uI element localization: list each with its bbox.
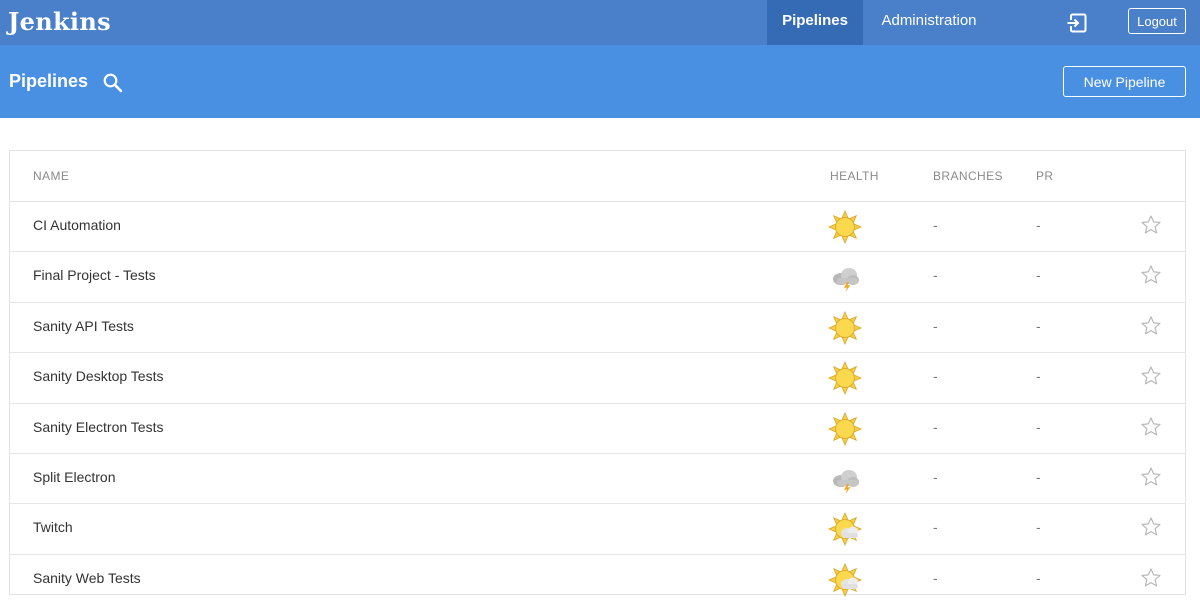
column-header-health[interactable]: HEALTH <box>830 169 879 183</box>
health-partly-cloudy-icon <box>828 562 862 597</box>
favorite-star-icon[interactable] <box>1140 365 1162 387</box>
pipeline-name[interactable]: CI Automation <box>33 217 121 233</box>
pipeline-name[interactable]: Sanity API Tests <box>33 318 134 334</box>
column-header-name[interactable]: NAME <box>33 169 69 183</box>
table-header: NAME HEALTH BRANCHES PR <box>10 151 1185 202</box>
search-icon[interactable] <box>102 72 124 94</box>
page-title: Pipelines <box>9 71 89 91</box>
table-row[interactable]: Sanity API Tests - - <box>10 303 1185 354</box>
favorite-star-icon[interactable] <box>1140 264 1162 286</box>
table-row[interactable]: Twitch - - <box>10 504 1185 555</box>
pr-value: - <box>1036 569 1041 586</box>
table-row[interactable]: Split Electron - - <box>10 454 1185 505</box>
branches-value: - <box>933 317 938 334</box>
exit-classic-icon[interactable] <box>1066 12 1088 34</box>
column-header-pr[interactable]: PR <box>1036 169 1053 183</box>
table-row[interactable]: Final Project - Tests - - <box>10 252 1185 303</box>
pipeline-name[interactable]: Final Project - Tests <box>33 267 156 283</box>
nav-pipelines[interactable]: Pipelines <box>767 0 863 45</box>
branches-value: - <box>933 368 938 385</box>
pr-value: - <box>1036 519 1041 536</box>
health-sunny-icon <box>828 411 862 446</box>
pipeline-name[interactable]: Sanity Electron Tests <box>33 419 163 435</box>
branches-value: - <box>933 468 938 485</box>
pipeline-name[interactable]: Sanity Desktop Tests <box>33 368 163 384</box>
pr-value: - <box>1036 217 1041 233</box>
health-partly-cloudy-icon <box>828 512 862 547</box>
pr-value: - <box>1036 267 1041 284</box>
health-stormy-icon <box>828 462 862 496</box>
jenkins-logo[interactable]: Jenkins <box>8 7 111 36</box>
pr-value: - <box>1036 418 1041 435</box>
branches-value: - <box>933 418 938 435</box>
favorite-star-icon[interactable] <box>1140 567 1162 589</box>
pr-value: - <box>1036 368 1041 385</box>
pr-value: - <box>1036 468 1041 485</box>
pipeline-name[interactable]: Sanity Web Tests <box>33 570 141 586</box>
health-sunny-icon <box>828 210 862 244</box>
logout-button[interactable]: Logout <box>1128 8 1186 34</box>
health-stormy-icon <box>828 260 862 294</box>
table-row[interactable]: Sanity Electron Tests - - <box>10 404 1185 454</box>
health-sunny-icon <box>828 361 862 396</box>
pipeline-name[interactable]: Twitch <box>33 519 73 535</box>
favorite-star-icon[interactable] <box>1140 315 1162 337</box>
branches-value: - <box>933 569 938 586</box>
top-navigation-bar: Jenkins Pipelines Administration Logout <box>0 0 1200 45</box>
pipelines-table: NAME HEALTH BRANCHES PR CI Automation - - <box>9 150 1186 597</box>
branches-value: - <box>933 267 938 284</box>
pipeline-name[interactable]: Split Electron <box>33 469 115 485</box>
new-pipeline-button[interactable]: New Pipeline <box>1063 66 1186 97</box>
column-header-branches[interactable]: BRANCHES <box>933 169 1003 183</box>
table-row[interactable]: Sanity Web Tests - - <box>10 555 1185 604</box>
favorite-star-icon[interactable] <box>1140 516 1162 538</box>
favorite-star-icon[interactable] <box>1140 466 1162 488</box>
favorite-star-icon[interactable] <box>1140 416 1162 438</box>
pr-value: - <box>1036 317 1041 334</box>
health-sunny-icon <box>828 310 862 345</box>
favorite-star-icon[interactable] <box>1140 214 1162 236</box>
nav-administration[interactable]: Administration <box>866 0 992 45</box>
table-body: CI Automation - - Final Project - Tests -… <box>10 202 1185 604</box>
table-row[interactable]: Sanity Desktop Tests - - <box>10 353 1185 404</box>
table-row[interactable]: CI Automation - - <box>10 202 1185 253</box>
branches-value: - <box>933 217 938 233</box>
page-header: Pipelines New Pipeline <box>0 45 1200 118</box>
branches-value: - <box>933 519 938 536</box>
